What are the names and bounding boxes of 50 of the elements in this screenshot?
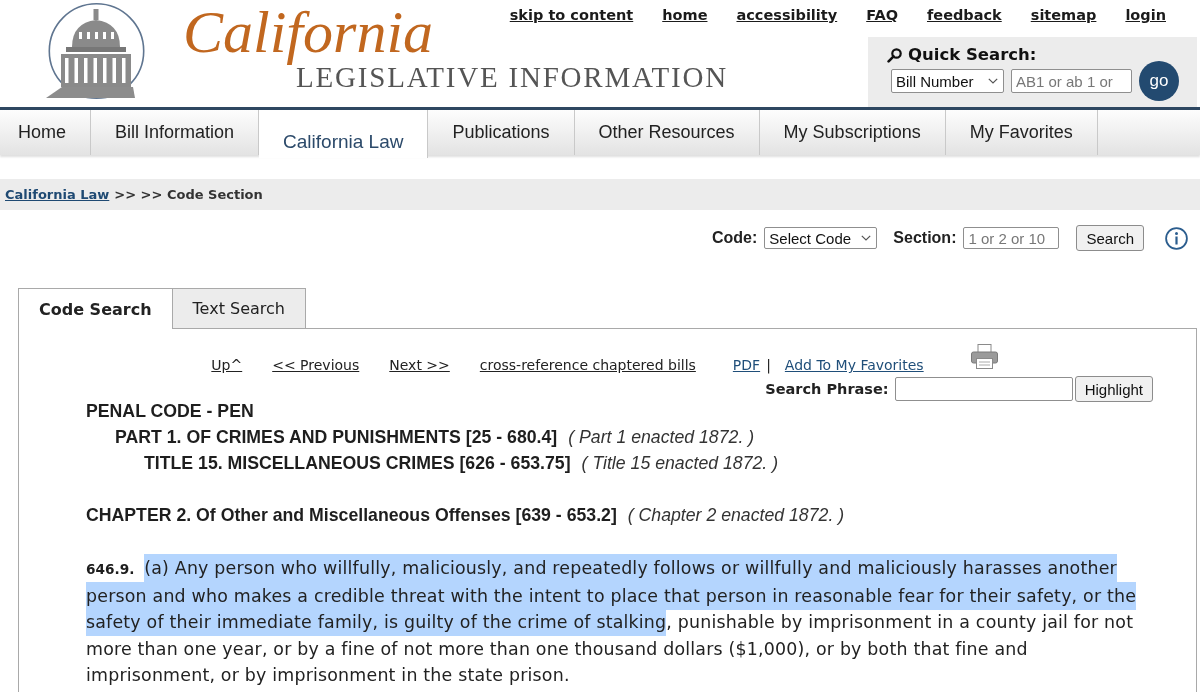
- code-label: Code:: [712, 229, 758, 247]
- search-icon: [887, 47, 902, 63]
- section-field[interactable]: 1 or 2 or 10: [963, 227, 1060, 249]
- info-icon[interactable]: [1165, 226, 1188, 250]
- nav-tab[interactable]: Bill Information: [91, 110, 260, 155]
- highlight-button[interactable]: Highlight: [1074, 376, 1153, 402]
- enactment-note: ( Chapter 2 enacted 1872. ): [627, 505, 845, 525]
- link-separator: |: [766, 356, 771, 374]
- nav-tab[interactable]: Other Resources: [574, 110, 760, 155]
- heading-text: TITLE 15. MISCELLANEOUS CRIMES [626 - 653.75]: [144, 453, 571, 473]
- printer-icon[interactable]: [970, 344, 998, 369]
- enactment-note: ( Title 15 enacted 1872. ): [581, 453, 779, 473]
- breadcrumb-link[interactable]: California Law: [5, 187, 110, 202]
- toolbar-link[interactable]: Up^: [211, 356, 243, 374]
- logo-subtitle: LEGISLATIVE INFORMATION: [296, 62, 729, 92]
- nav-tab[interactable]: My Favorites: [945, 110, 1098, 155]
- chevron-down-icon: [988, 78, 998, 84]
- top-link[interactable]: accessibility: [736, 5, 838, 25]
- heading-text: PENAL CODE - PEN: [86, 401, 254, 421]
- search-phrase-label: Search Phrase:: [765, 381, 889, 397]
- top-link[interactable]: feedback: [927, 5, 1002, 25]
- nav-tab[interactable]: California Law: [259, 110, 429, 158]
- bill-number-field[interactable]: AB1 or ab 1 or: [1011, 69, 1132, 93]
- toolbar-link[interactable]: Add To My Favorites: [784, 356, 924, 374]
- nav-tab[interactable]: Publications: [428, 110, 575, 155]
- top-link[interactable]: sitemap: [1030, 5, 1097, 25]
- search-tab[interactable]: Text Search: [172, 288, 306, 328]
- nav-tab[interactable]: Home: [0, 110, 91, 155]
- toolbar-link[interactable]: PDF: [732, 356, 761, 374]
- quick-search-label: Quick Search:: [908, 45, 1037, 65]
- heading-text: PART 1. OF CRIMES AND PUNISHMENTS [25 - 680.4]: [115, 427, 558, 447]
- top-link[interactable]: FAQ: [866, 5, 898, 25]
- top-link[interactable]: login: [1125, 5, 1166, 25]
- nav-tab[interactable]: My Subscriptions: [759, 110, 946, 155]
- search-tab[interactable]: Code Search: [18, 288, 173, 329]
- chapter-heading: CHAPTER 2. Of Other and Miscellaneous Offenses [639 - 653.2]: [86, 505, 617, 525]
- search-button[interactable]: Search: [1076, 225, 1144, 251]
- enactment-note: ( Part 1 enacted 1872. ): [568, 427, 755, 447]
- toolbar-link[interactable]: << Previous: [272, 356, 360, 374]
- top-link[interactable]: home: [662, 5, 708, 25]
- toolbar-link[interactable]: Next >>: [389, 356, 450, 374]
- go-button[interactable]: go: [1139, 61, 1179, 101]
- top-link[interactable]: skip to content: [509, 5, 634, 25]
- chevron-down-icon: [861, 235, 872, 241]
- code-select[interactable]: Select Code: [764, 227, 878, 249]
- toolbar-link[interactable]: cross-reference chaptered bills: [479, 356, 696, 374]
- breadcrumb-text: >> >> Code Section: [114, 187, 263, 202]
- bill-type-select[interactable]: Bill Number: [891, 69, 1004, 93]
- search-phrase-field[interactable]: [894, 377, 1073, 401]
- section-label: Section:: [893, 229, 957, 247]
